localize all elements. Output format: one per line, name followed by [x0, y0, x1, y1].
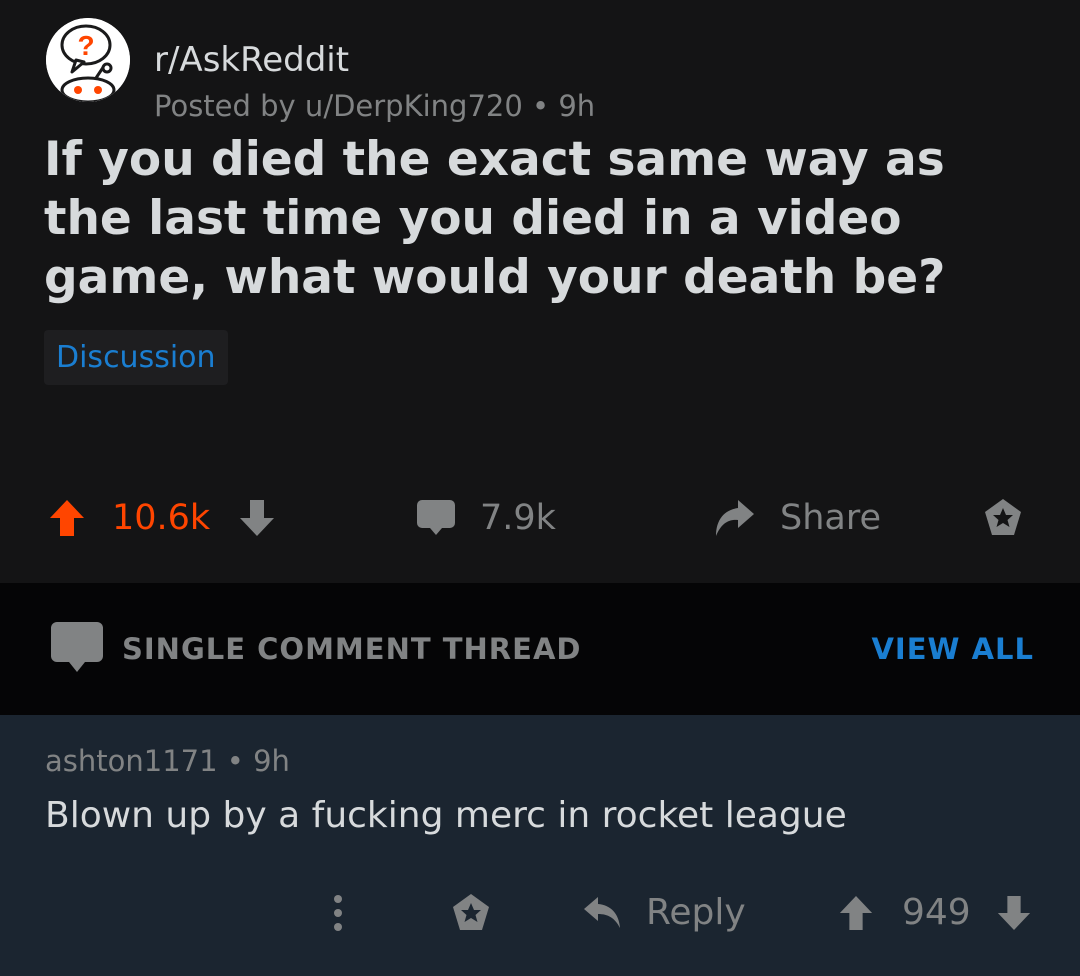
share-icon [716, 500, 754, 536]
award-icon [985, 499, 1021, 535]
upvote-button[interactable] [48, 488, 86, 548]
share-button[interactable]: Share [712, 488, 881, 548]
comment-upvote-button[interactable] [838, 883, 874, 943]
comment-icon [417, 500, 455, 535]
comment-count: 7.9k [480, 498, 556, 538]
thread-bar: SINGLE COMMENT THREAD VIEW ALL [0, 583, 1080, 715]
comment-award-button[interactable] [450, 883, 492, 943]
downvote-button[interactable] [238, 488, 276, 548]
comment-meta: ashton1171 • 9h [45, 741, 290, 781]
comment-item: ashton1171 • 9h Blown up by a fucking me… [0, 715, 1080, 976]
post-actions: 10.6k 7.9k Share [0, 488, 1080, 548]
comment-score-value: 949 [902, 892, 971, 933]
single-thread-label: SINGLE COMMENT THREAD [122, 632, 582, 666]
reply-label: Reply [646, 892, 746, 933]
comment-downvote-button[interactable] [996, 883, 1032, 943]
downvote-icon[interactable] [238, 498, 276, 538]
more-icon [334, 895, 342, 931]
post-header: ? r/AskReddit Posted by u/DerpKing720 • … [46, 18, 946, 123]
reply-icon [584, 897, 620, 928]
post-flair[interactable]: Discussion [44, 330, 228, 385]
comment-body: Blown up by a fucking merc in rocket lea… [45, 795, 847, 836]
reply-button[interactable]: Reply [582, 883, 746, 943]
post-card: ? r/AskReddit Posted by u/DerpKing720 • … [0, 0, 1080, 583]
upvote-icon[interactable] [48, 498, 86, 538]
upvote-icon [839, 895, 873, 931]
meta-separator: • [226, 744, 254, 778]
award-button[interactable] [982, 488, 1024, 548]
comments-button[interactable]: 7.9k [416, 488, 556, 548]
comment-time: 9h [253, 744, 290, 778]
downvote-icon [997, 895, 1031, 931]
post-time: 9h [558, 89, 596, 123]
subreddit-avatar-icon[interactable]: ? [46, 18, 130, 102]
vote-score: 10.6k [112, 488, 210, 548]
award-icon [453, 894, 489, 930]
post-meta: Posted by u/DerpKing720 • 9h [154, 86, 595, 126]
svg-text:?: ? [77, 30, 94, 61]
post-title[interactable]: If you died the exact same way as the la… [44, 130, 1044, 307]
comment-score: 949 [902, 883, 971, 943]
share-label: Share [780, 498, 882, 538]
view-all-link[interactable]: VIEW ALL [871, 629, 1034, 669]
posted-by[interactable]: Posted by u/DerpKing720 [154, 89, 523, 123]
comment-icon [51, 622, 103, 672]
upvote-count: 10.6k [112, 498, 211, 538]
comment-author[interactable]: ashton1171 [45, 744, 218, 778]
more-options-button[interactable] [330, 883, 346, 943]
meta-separator: • [532, 89, 559, 123]
subreddit-name[interactable]: r/AskReddit [154, 38, 349, 82]
